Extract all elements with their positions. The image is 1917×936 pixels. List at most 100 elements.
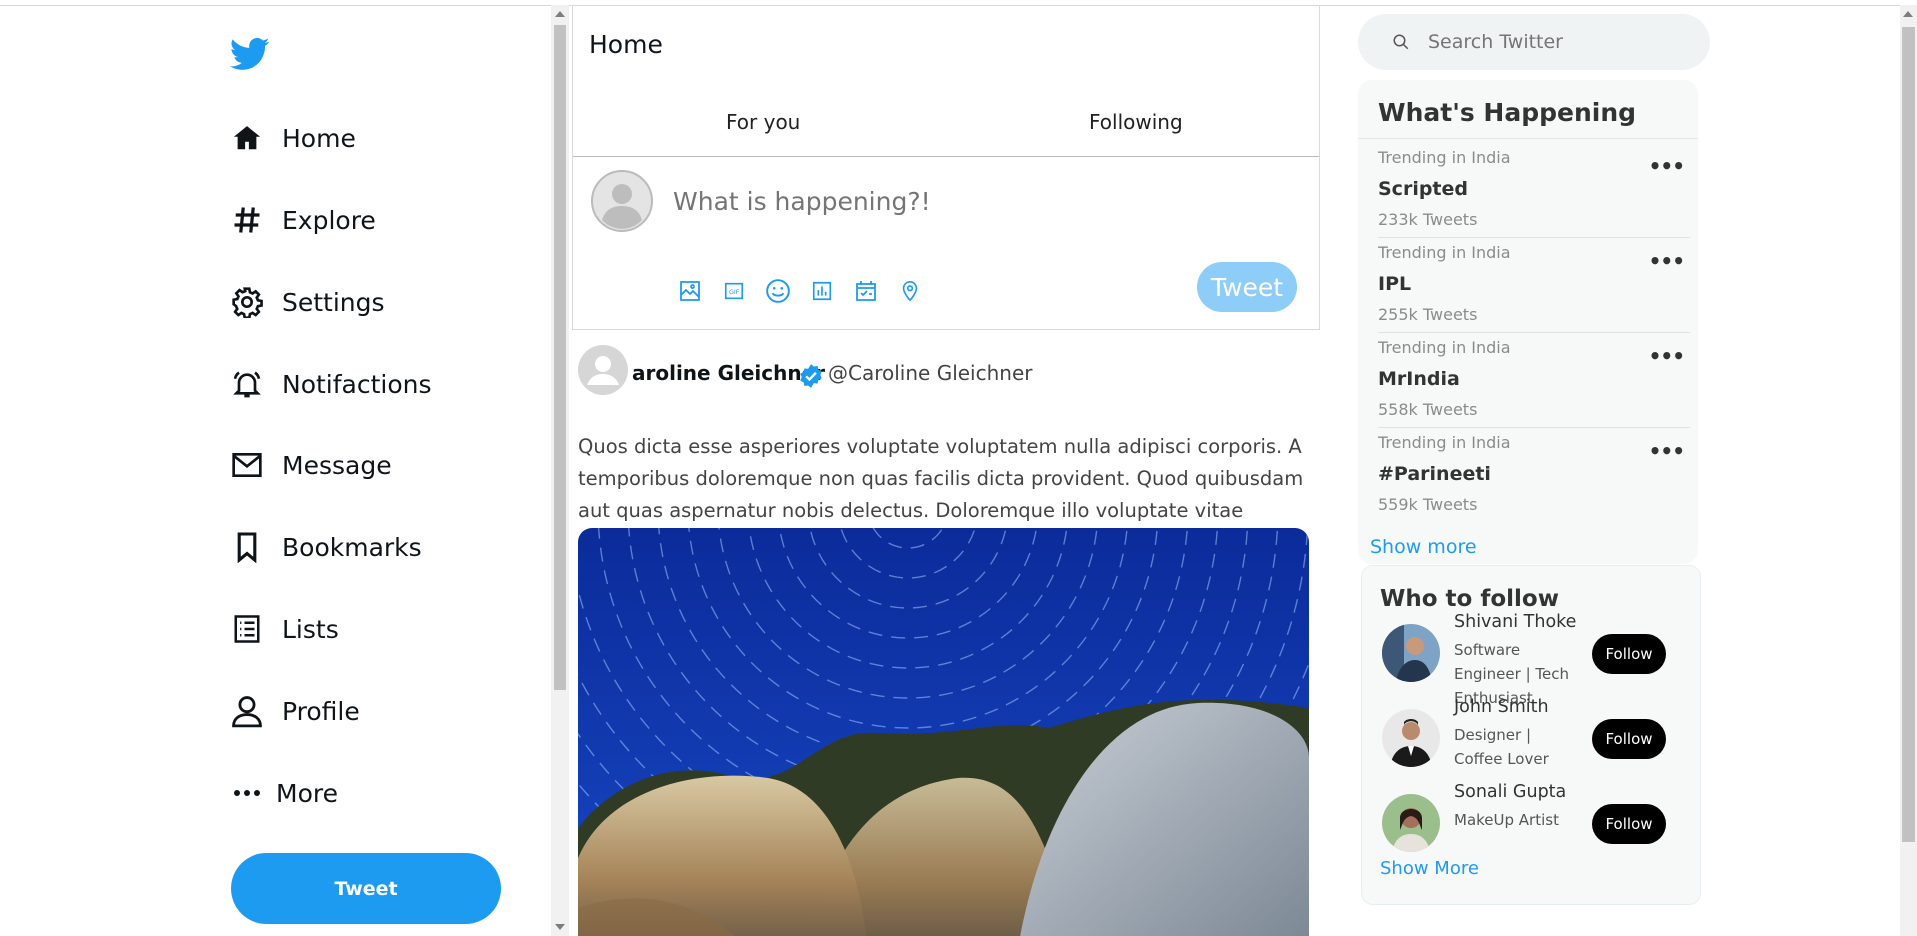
list-icon: [230, 612, 264, 646]
who-to-follow-panel: Who to follow Shivani Thoke Software Eng…: [1361, 565, 1701, 905]
compose-avatar: [591, 170, 653, 232]
page-title: Home: [589, 30, 663, 59]
gear-icon: [230, 285, 264, 319]
nav-more-label: More: [276, 778, 338, 808]
post-author-name[interactable]: aroline Gleichner: [632, 361, 825, 385]
svg-text:GIF: GIF: [729, 288, 740, 296]
emoji-icon[interactable]: [765, 278, 791, 304]
page-scrollbar[interactable]: [1900, 5, 1917, 936]
search-icon: [1392, 33, 1410, 51]
nav-lists[interactable]: Lists: [230, 604, 339, 654]
follow-button[interactable]: Follow: [1592, 804, 1666, 844]
nav-profile[interactable]: Profile: [230, 686, 360, 736]
post-author-handle[interactable]: @Caroline Gleichner: [828, 361, 1032, 385]
trend-category: Trending in India: [1378, 243, 1511, 262]
bookmark-icon: [230, 530, 264, 564]
bell-icon: [230, 367, 264, 401]
who-to-follow-title: Who to follow: [1380, 586, 1559, 612]
tab-for-you[interactable]: For you: [726, 110, 800, 134]
nav-home-label: Home: [282, 123, 356, 153]
scrollbar-thumb[interactable]: [1902, 27, 1915, 842]
nav-lists-label: Lists: [282, 614, 339, 644]
nav-more[interactable]: More: [230, 768, 338, 818]
post-avatar[interactable]: [578, 345, 628, 395]
trend-count: 559k Tweets: [1378, 495, 1478, 514]
location-icon[interactable]: [897, 278, 923, 304]
follow-suggestion: Sonali Gupta MakeUp Artist Follow: [1382, 782, 1692, 864]
mail-icon: [230, 448, 264, 482]
nav-settings[interactable]: Settings: [230, 277, 385, 327]
avatar[interactable]: [1382, 624, 1440, 682]
more-options-icon[interactable]: •••: [1649, 249, 1685, 273]
compose-tweet-button[interactable]: Tweet: [1197, 262, 1297, 312]
nav-message[interactable]: Message: [230, 440, 392, 490]
search-input[interactable]: [1426, 30, 1700, 54]
schedule-icon[interactable]: [853, 278, 879, 304]
nav-bookmarks[interactable]: Bookmarks: [230, 522, 422, 572]
follow-button[interactable]: Follow: [1592, 634, 1666, 674]
nav-bookmarks-label: Bookmarks: [282, 532, 422, 562]
who-to-follow-show-more-link[interactable]: Show More: [1380, 858, 1479, 879]
trend-count: 233k Tweets: [1378, 210, 1478, 229]
nav-explore-label: Explore: [282, 205, 376, 235]
trend-category: Trending in India: [1378, 148, 1511, 167]
user-icon: [230, 694, 264, 728]
image-icon[interactable]: [677, 278, 703, 304]
trend-item[interactable]: Trending in India Scripted 233k Tweets •…: [1378, 142, 1690, 238]
follow-suggestion: John Smith Designer | Coffee Lover Follo…: [1382, 697, 1692, 779]
nav-profile-label: Profile: [282, 696, 360, 726]
user-name[interactable]: John Smith: [1454, 697, 1549, 717]
user-bio: Designer | Coffee Lover: [1454, 726, 1549, 768]
compose-toolbar: GIF: [677, 278, 923, 304]
twitter-bird-icon[interactable]: [228, 34, 272, 74]
nav-message-label: Message: [282, 450, 392, 480]
trend-category: Trending in India: [1378, 338, 1511, 357]
gif-icon[interactable]: GIF: [721, 278, 747, 304]
nav-notifications[interactable]: Notifactions: [230, 359, 432, 409]
trend-count: 558k Tweets: [1378, 400, 1478, 419]
trend-item[interactable]: Trending in India IPL 255k Tweets •••: [1378, 237, 1690, 333]
trend-item[interactable]: Trending in India #Parineeti 559k Tweets…: [1378, 427, 1690, 522]
trend-count: 255k Tweets: [1378, 305, 1478, 324]
star-trail-photo: [578, 528, 1309, 936]
search-bar[interactable]: [1358, 14, 1710, 70]
more-options-icon[interactable]: •••: [1649, 439, 1685, 463]
compose-box: GIF Tweet: [572, 156, 1320, 330]
trends-show-more-link[interactable]: Show more: [1370, 536, 1477, 558]
avatar[interactable]: [1382, 794, 1440, 852]
ellipsis-icon: [230, 776, 264, 810]
sidebar-tweet-button[interactable]: Tweet: [231, 853, 501, 924]
timeline-header: Home For you Following: [572, 5, 1320, 157]
left-sidebar: Home Explore Settings Notifactions Messa…: [0, 0, 550, 936]
tab-following[interactable]: Following: [1089, 110, 1183, 134]
trend-category: Trending in India: [1378, 433, 1511, 452]
follow-button[interactable]: Follow: [1592, 719, 1666, 759]
home-icon: [230, 121, 264, 155]
user-bio: MakeUp Artist: [1454, 811, 1559, 829]
nav-explore[interactable]: Explore: [230, 195, 376, 245]
trend-name: IPL: [1378, 273, 1412, 295]
trend-name: Scripted: [1378, 178, 1468, 200]
whats-happening-title: What's Happening: [1378, 98, 1637, 127]
timeline-scrollbar[interactable]: [551, 5, 569, 936]
main-timeline: Home For you Following GIF Tweet aroline…: [572, 5, 1320, 936]
trend-name: #Parineeti: [1378, 463, 1491, 485]
follow-suggestion: Shivani Thoke Software Engineer | Tech E…: [1382, 612, 1692, 707]
user-name[interactable]: Shivani Thoke: [1454, 612, 1576, 632]
poll-icon[interactable]: [809, 278, 835, 304]
avatar[interactable]: [1382, 709, 1440, 767]
scroll-up-arrow-icon[interactable]: [555, 11, 565, 17]
trend-item[interactable]: Trending in India MrIndia 558k Tweets ••…: [1378, 332, 1690, 428]
compose-input[interactable]: [671, 186, 1235, 217]
trend-name: MrIndia: [1378, 368, 1460, 390]
scrollbar-thumb[interactable]: [554, 25, 566, 690]
scroll-down-arrow-icon[interactable]: [555, 924, 565, 930]
more-options-icon[interactable]: •••: [1649, 154, 1685, 178]
user-name[interactable]: Sonali Gupta: [1454, 782, 1566, 802]
nav-home[interactable]: Home: [230, 113, 356, 163]
hashtag-icon: [230, 203, 264, 237]
divider: [1358, 138, 1698, 139]
post-image[interactable]: [578, 528, 1309, 936]
scroll-up-arrow-icon[interactable]: [1903, 11, 1913, 17]
more-options-icon[interactable]: •••: [1649, 344, 1685, 368]
